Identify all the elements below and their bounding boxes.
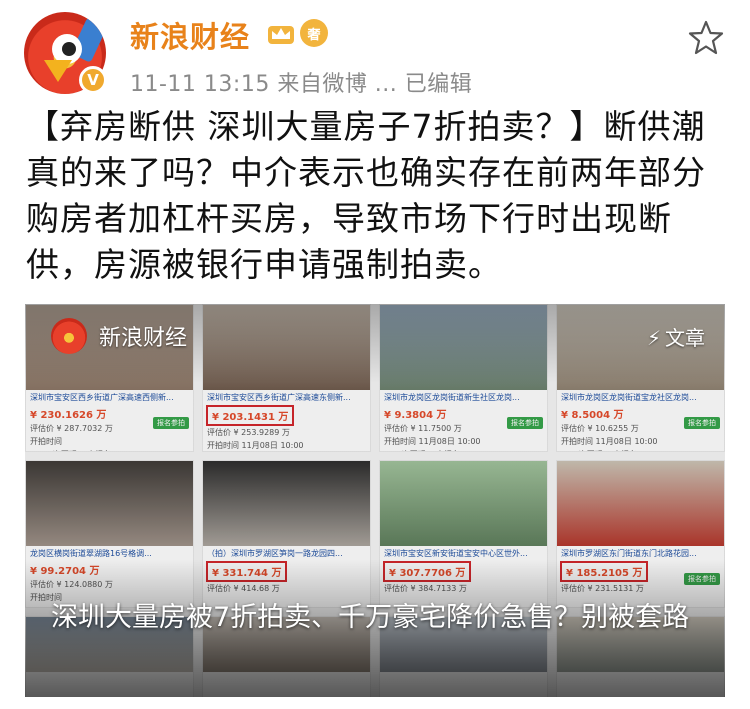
card-title: 深圳大量房被7折拍卖、千万豪宅降价急售？别被套路: [51, 602, 690, 633]
lightning-icon: ⚡: [646, 326, 661, 350]
post-meta: 11-11 13:15 来自微博 ... 已编辑: [130, 72, 473, 97]
article-card[interactable]: 深圳市宝安区西乡街道广深高速西侧新...¥ 230.1626 万评估价 ¥ 28…: [25, 304, 725, 697]
rank-icon: 奢: [300, 19, 328, 47]
verified-icon: V: [79, 66, 107, 94]
username[interactable]: 新浪财经: [130, 14, 250, 56]
star-icon[interactable]: [686, 18, 726, 58]
card-type: ⚡ 文章: [647, 322, 705, 351]
card-source-name: 新浪财经: [99, 326, 188, 351]
crown-icon: [268, 26, 294, 44]
card-type-label: 文章: [665, 326, 705, 350]
card-source: 新浪财经: [51, 318, 187, 354]
card-shade: [25, 304, 725, 697]
card-source-avatar: [51, 318, 87, 354]
avatar-pupil: [62, 42, 76, 56]
avatar-beak: [44, 60, 72, 82]
post-text: 【弃房断供 深圳大量房子7折拍卖？】断供潮真的来了吗？中介表示也确实存在前两年部…: [26, 107, 706, 284]
